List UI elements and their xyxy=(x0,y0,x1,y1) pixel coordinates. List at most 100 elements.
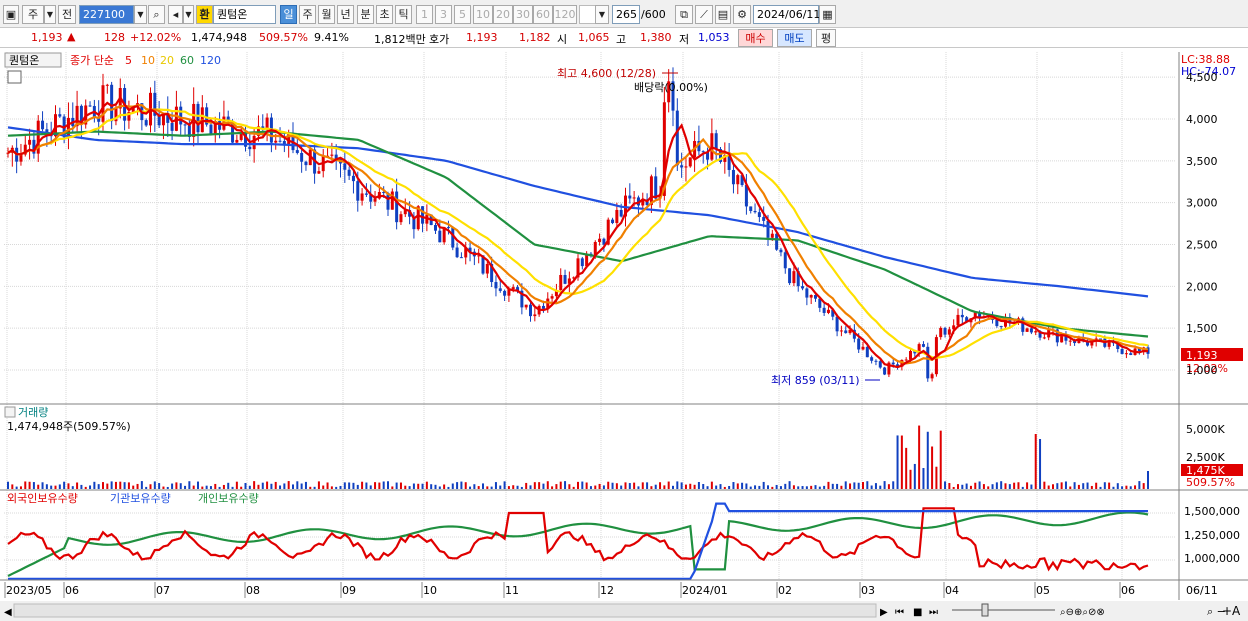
candle-body xyxy=(865,346,869,358)
prev-button[interactable]: 전 xyxy=(58,5,76,24)
candle-body xyxy=(330,154,334,156)
minute-120-button[interactable]: 120 xyxy=(553,5,577,24)
volume-bar xyxy=(84,486,87,489)
period-day-button[interactable]: 일 xyxy=(280,5,297,24)
candle-body xyxy=(1029,328,1033,333)
candle-body xyxy=(1124,353,1128,355)
volume-bar xyxy=(650,486,653,489)
text-size-icon[interactable]: A xyxy=(1232,604,1241,618)
holding-tick-1: 1,500,000 xyxy=(1184,505,1240,518)
market-type-select[interactable]: 주 xyxy=(22,5,44,24)
volume-bar xyxy=(684,484,687,489)
volume-bar xyxy=(7,481,9,489)
stock-name-field[interactable]: 퀀텀온 xyxy=(213,5,276,24)
candle-body xyxy=(1060,336,1064,343)
draw-line-icon[interactable]: ⟋ xyxy=(695,5,713,24)
bid-price: 1,182 xyxy=(519,31,551,44)
volume-bar xyxy=(1129,486,1132,489)
volume-bar xyxy=(810,485,813,489)
period-second-button[interactable]: 초 xyxy=(376,5,393,24)
price-chart-area[interactable]: 퀀텀온 종가 단순 5 10 20 60 120 LC:38.88 HC:-74… xyxy=(0,48,1248,621)
volume-bar xyxy=(564,481,567,489)
sell-button[interactable]: 매도 xyxy=(777,29,812,47)
period-minute-button[interactable]: 분 xyxy=(357,5,374,24)
volume-bar xyxy=(879,485,882,489)
candle-body xyxy=(58,114,62,117)
stock-code-input[interactable]: 227100 xyxy=(79,5,134,24)
chevron-down-icon[interactable]: ▼ xyxy=(44,5,56,24)
volume-bar xyxy=(145,486,148,489)
scroll-left-icon[interactable]: ◀ xyxy=(4,607,12,618)
minute-5-button[interactable]: 5 xyxy=(454,5,471,24)
volume-bar xyxy=(382,481,385,489)
calendar-icon[interactable]: ▦ xyxy=(819,5,836,24)
buy-button[interactable]: 매수 xyxy=(738,29,773,47)
volume-bar xyxy=(434,484,437,489)
candle-body xyxy=(88,105,92,107)
minute-1-button[interactable]: 1 xyxy=(416,5,433,24)
candle-body xyxy=(861,346,865,350)
save-icon[interactable]: ▤ xyxy=(715,5,731,24)
minute-10-button[interactable]: 10 xyxy=(473,5,493,24)
rewind-icon[interactable]: ⏮ xyxy=(895,607,904,618)
minute-3-button[interactable]: 3 xyxy=(435,5,452,24)
volume-bar xyxy=(235,481,238,489)
candle-body xyxy=(960,314,964,318)
date-input[interactable]: 2024/06/11 xyxy=(753,5,820,24)
volume-bar xyxy=(300,483,303,489)
currency-toggle[interactable]: 환 xyxy=(196,5,213,24)
bar-count-input[interactable]: 265 xyxy=(612,5,640,24)
volume-bar xyxy=(568,484,571,489)
speaker-icon[interactable]: ◂ xyxy=(168,5,183,24)
trade-amount: 1,812백만 xyxy=(374,33,426,46)
stop-icon[interactable]: ■ xyxy=(913,607,922,618)
volume-bar xyxy=(520,486,523,489)
speaker-dropdown-icon[interactable]: ▼ xyxy=(183,5,194,24)
volume-bar xyxy=(97,484,100,489)
volume-bar xyxy=(1013,482,1016,489)
tool-icons[interactable]: ⌕⊖⊕⌕⊘⊗ xyxy=(1060,607,1105,618)
candle-body xyxy=(438,230,442,243)
candle-body xyxy=(235,139,239,143)
candle-body xyxy=(170,122,174,131)
eval-button[interactable]: 평 xyxy=(816,29,836,47)
candle-body xyxy=(999,326,1003,328)
scroll-track[interactable] xyxy=(13,603,877,618)
volume-bar xyxy=(244,482,247,489)
volume-bar xyxy=(779,486,782,489)
volume-bar xyxy=(266,481,269,489)
volume-bar xyxy=(482,483,484,489)
volume-bar xyxy=(892,481,895,489)
zoom-in-icon[interactable]: + xyxy=(1222,604,1232,618)
volume-bar xyxy=(1064,481,1067,489)
x-axis-label: 08 xyxy=(246,584,260,597)
dividend-annotation: 배당락(0.00%) xyxy=(634,81,708,94)
minute-60-button[interactable]: 60 xyxy=(533,5,553,24)
volume-bar xyxy=(404,485,407,489)
search-icon[interactable]: ⌕ xyxy=(148,5,165,24)
volume-bar xyxy=(982,484,985,489)
x-axis-label: 07 xyxy=(156,584,170,597)
volume-bar xyxy=(948,483,951,489)
zoom-slider-handle[interactable] xyxy=(981,603,989,617)
layout-icon[interactable]: ▣ xyxy=(3,5,19,24)
price-y-tick: 1,000 xyxy=(1186,364,1218,377)
minute-20-button[interactable]: 20 xyxy=(493,5,513,24)
minute-30-button[interactable]: 30 xyxy=(513,5,533,24)
ma20-label: 20 xyxy=(160,54,174,67)
forward-icon[interactable]: ⏭ xyxy=(929,607,938,618)
period-week-button[interactable]: 주 xyxy=(299,5,316,24)
custom-period-dropdown-icon[interactable]: ▼ xyxy=(595,5,609,24)
period-tick-button[interactable]: 틱 xyxy=(395,5,412,24)
candle-body xyxy=(179,106,183,125)
price-change: 128 xyxy=(104,31,125,44)
volume-bar xyxy=(399,482,402,489)
gear-icon[interactable]: ⚙ xyxy=(733,5,751,24)
grid-icon[interactable] xyxy=(7,70,22,84)
code-dropdown-icon[interactable]: ▼ xyxy=(134,5,147,24)
volume-bar xyxy=(1121,486,1124,489)
period-year-button[interactable]: 년 xyxy=(337,5,354,24)
chart-tools-icon[interactable]: ⧉ xyxy=(675,5,693,24)
scroll-right-icon[interactable]: ▶ xyxy=(880,607,888,618)
period-month-button[interactable]: 월 xyxy=(318,5,335,24)
